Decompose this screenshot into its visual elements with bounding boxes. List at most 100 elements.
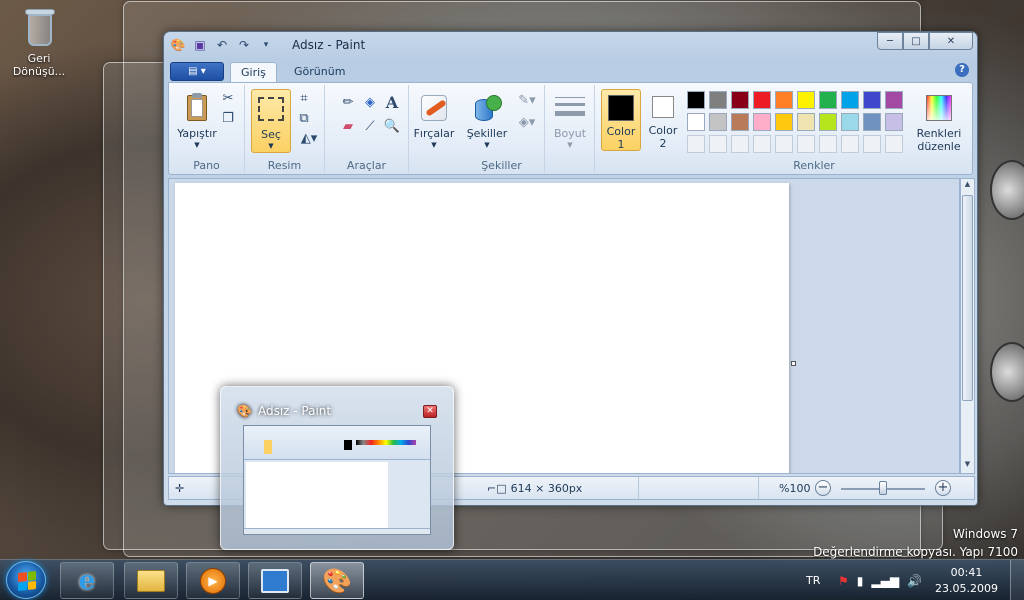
palette-empty-swatch[interactable] <box>753 135 771 153</box>
tab-view[interactable]: Görünüm <box>284 62 355 82</box>
color2-button[interactable]: Color 2 <box>645 89 681 151</box>
taskbar-internet-explorer[interactable]: e <box>60 562 114 599</box>
select-button[interactable]: Seç ▼ <box>251 89 291 153</box>
thumbnail-preview[interactable] <box>243 425 431 535</box>
palette-color-swatch[interactable] <box>731 91 749 109</box>
clipboard-group-label: Pano <box>193 159 220 172</box>
color1-button[interactable]: Color 1 <box>601 89 641 151</box>
palette-color-swatch[interactable] <box>753 113 771 131</box>
scroll-down-icon[interactable]: ▼ <box>961 460 974 472</box>
palette-color-swatch[interactable] <box>841 113 859 131</box>
clock[interactable]: 00:41 23.05.2009 <box>935 565 998 597</box>
scroll-up-icon[interactable]: ▲ <box>961 180 974 192</box>
palette-empty-swatch[interactable] <box>687 135 705 153</box>
fill-bucket-icon[interactable]: ◈ <box>361 93 379 111</box>
folder-icon <box>137 569 165 592</box>
paint-menu-button[interactable]: ▤ ▾ <box>170 62 224 81</box>
shapes-button[interactable]: Şekiller ▼ <box>465 89 509 153</box>
palette-color-swatch[interactable] <box>819 113 837 131</box>
undo-icon[interactable]: ↶ <box>214 37 230 53</box>
cut-icon[interactable]: ✂ <box>219 89 237 107</box>
text-tool-icon[interactable]: A <box>383 93 401 112</box>
palette-empty-swatch[interactable] <box>885 135 903 153</box>
palette-color-swatch[interactable] <box>885 113 903 131</box>
title-bar[interactable]: 🎨 ▣ ↶ ↷ ▾ Adsız - Paint ─ □ ✕ <box>164 32 977 58</box>
language-indicator[interactable]: TR <box>806 560 820 600</box>
brush-icon <box>419 93 449 123</box>
palette-empty-swatch[interactable] <box>819 135 837 153</box>
palette-color-swatch[interactable] <box>863 91 881 109</box>
thumbnail-close-button[interactable]: ✕ <box>423 405 437 418</box>
palette-color-swatch[interactable] <box>731 113 749 131</box>
palette-color-swatch[interactable] <box>841 91 859 109</box>
canvas-resize-handle[interactable] <box>791 361 796 366</box>
pencil-icon[interactable]: ✏ <box>339 93 357 111</box>
zoom-out-button[interactable]: − <box>815 480 831 496</box>
palette-empty-swatch[interactable] <box>841 135 859 153</box>
rotate-icon[interactable]: ◭▾ <box>295 129 323 147</box>
brushes-area: Fırçalar ▼ <box>409 85 459 173</box>
clipboard-icon <box>182 93 212 123</box>
palette-color-swatch[interactable] <box>753 91 771 109</box>
network-signal-icon[interactable]: ▂▄▆ <box>871 574 899 588</box>
save-icon[interactable]: ▣ <box>192 37 208 53</box>
clipboard-group: Yapıştır ▼ ✂ ❐ Pano <box>169 85 245 173</box>
customize-qat-icon[interactable]: ▾ <box>258 37 274 53</box>
minimize-button[interactable]: ─ <box>877 32 903 50</box>
crop-icon[interactable]: ⌗ <box>295 89 313 107</box>
eraser-icon[interactable]: ▰ <box>339 117 357 135</box>
volume-icon[interactable]: 🔊 <box>907 574 922 588</box>
palette-color-swatch[interactable] <box>797 91 815 109</box>
paste-button[interactable]: Yapıştır ▼ <box>175 89 219 153</box>
palette-color-swatch[interactable] <box>709 91 727 109</box>
palette-color-swatch[interactable] <box>687 91 705 109</box>
palette-empty-swatch[interactable] <box>775 135 793 153</box>
start-button[interactable] <box>6 561 46 599</box>
canvas-size: ⌐□ 614 × 360px <box>481 477 639 499</box>
paint-app-icon[interactable]: 🎨 <box>170 37 186 53</box>
palette-empty-swatch[interactable] <box>797 135 815 153</box>
tab-home[interactable]: Giriş <box>230 62 277 82</box>
paint-icon: 🎨 <box>322 566 352 595</box>
cpu-gadget[interactable] <box>990 342 1024 402</box>
palette-empty-swatch[interactable] <box>709 135 727 153</box>
brushes-button[interactable]: Fırçalar ▼ <box>411 89 457 153</box>
edit-colors-button[interactable]: Renkleri düzenle <box>913 89 965 153</box>
taskbar-gadgets[interactable] <box>248 562 302 599</box>
palette-empty-swatch[interactable] <box>863 135 881 153</box>
action-center-icon[interactable]: ⚑ <box>838 574 849 588</box>
color-picker-icon[interactable]: ⟋ <box>361 117 379 135</box>
recycle-bin[interactable]: Geri Dönüşü... <box>8 6 70 78</box>
taskbar-media-player[interactable]: ▶ <box>186 562 240 599</box>
palette-color-swatch[interactable] <box>687 113 705 131</box>
palette-color-swatch[interactable] <box>709 113 727 131</box>
colors-group-label: Renkler <box>793 159 835 172</box>
copy-icon[interactable]: ❐ <box>219 109 237 127</box>
zoom-slider-thumb[interactable] <box>879 481 887 495</box>
vertical-scrollbar[interactable]: ▲ ▼ <box>960 178 975 474</box>
show-desktop-button[interactable] <box>1010 560 1024 600</box>
palette-color-swatch[interactable] <box>885 91 903 109</box>
palette-empty-swatch[interactable] <box>731 135 749 153</box>
taskbar-paint[interactable]: 🎨 <box>310 562 364 599</box>
taskbar-explorer[interactable] <box>124 562 178 599</box>
taskbar: e ▶ 🎨 TR ⚑ ▮ ▂▄▆ 🔊 00:41 23.05.2009 <box>0 559 1024 600</box>
maximize-button[interactable]: □ <box>903 32 929 50</box>
gadget-icon <box>261 568 289 593</box>
magnifier-icon[interactable]: 🔍 <box>383 117 401 135</box>
palette-color-swatch[interactable] <box>819 91 837 109</box>
zoom-in-button[interactable]: + <box>935 480 951 496</box>
resize-icon[interactable]: ⧉ <box>295 109 313 127</box>
taskbar-thumbnail[interactable]: 🎨 Adsız - Paint ✕ <box>220 386 454 550</box>
scrollbar-thumb[interactable] <box>962 195 973 401</box>
clock-gadget[interactable] <box>990 160 1024 220</box>
palette-color-swatch[interactable] <box>775 113 793 131</box>
palette-color-swatch[interactable] <box>797 113 815 131</box>
palette-color-swatch[interactable] <box>863 113 881 131</box>
close-button[interactable]: ✕ <box>929 32 973 50</box>
power-icon[interactable]: ▮ <box>857 574 864 588</box>
windows-version-watermark: Windows 7 <box>952 527 1018 541</box>
palette-color-swatch[interactable] <box>775 91 793 109</box>
redo-icon[interactable]: ↷ <box>236 37 252 53</box>
help-icon[interactable]: ? <box>955 63 969 77</box>
